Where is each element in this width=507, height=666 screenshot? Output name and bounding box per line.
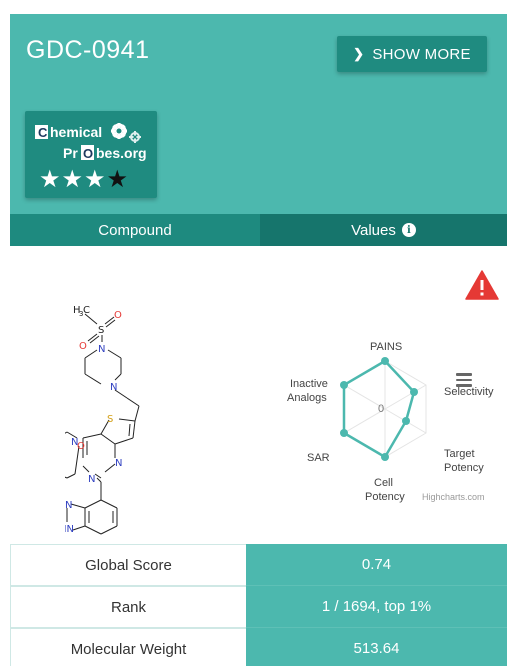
radar-chart: 0 PAINS Selectivity Target Potency Cell …	[287, 341, 494, 503]
svg-text:Pr: Pr	[63, 145, 78, 161]
radar-axis-cell-line1: Cell	[374, 477, 393, 489]
tab-compound[interactable]: Compound	[10, 214, 260, 246]
svg-text:N: N	[98, 344, 105, 355]
row-value: 0.74	[246, 544, 507, 586]
row-value: 513.64	[246, 628, 507, 666]
radar-axis-cell-line2: Potency	[365, 491, 405, 503]
radar-axis-selectivity: Selectivity	[444, 386, 494, 398]
tab-values-label: Values	[351, 221, 396, 239]
chevron-right-icon: ❯	[353, 46, 365, 61]
radar-axis-pains: PAINS	[370, 341, 402, 353]
values-table: Global Score 0.74 Rank 1 / 1694, top 1% …	[10, 544, 507, 666]
svg-text:hemical: hemical	[50, 124, 102, 140]
show-more-label: SHOW MORE	[372, 45, 471, 63]
row-label: Rank	[10, 586, 246, 628]
radar-center-label: 0	[378, 403, 384, 415]
radar-axis-sar: SAR	[307, 452, 330, 464]
svg-text:S: S	[98, 325, 104, 336]
svg-text:HN: HN	[65, 524, 74, 535]
star-icon: ★	[39, 166, 62, 193]
radar-axis-target-line2: Potency	[444, 462, 484, 474]
header: GDC-0941 ❯ SHOW MORE C hemical Pr O bes.…	[10, 14, 507, 214]
radar-axis-target-line1: Target	[444, 448, 475, 460]
small-gear-icon	[129, 131, 141, 143]
chemical-probes-wordmark: C hemical Pr O bes.org	[35, 123, 147, 161]
svg-text:C: C	[83, 305, 90, 316]
table-row: Global Score 0.74	[10, 544, 507, 586]
svg-text:O: O	[83, 146, 93, 161]
star-icon: ★	[106, 166, 130, 193]
svg-text:N: N	[65, 500, 72, 511]
star-icon: ★	[61, 166, 85, 193]
svg-text:bes.org: bes.org	[96, 145, 147, 161]
molecule-structure: H 3 C S O O N N O N S N N N HN	[65, 305, 140, 535]
tab-values[interactable]: Values i	[260, 214, 507, 246]
compound-title: GDC-0941	[26, 36, 150, 64]
svg-text:O: O	[114, 310, 122, 321]
radar-axis-inactive-line1: Inactive	[290, 378, 328, 390]
svg-text:N: N	[71, 437, 78, 448]
svg-text:N: N	[110, 382, 117, 393]
show-more-button[interactable]: ❯ SHOW MORE	[337, 36, 487, 72]
row-label: Global Score	[10, 544, 246, 586]
highcharts-credit: Highcharts.com	[422, 492, 485, 502]
tab-bar: Compound Values i	[10, 214, 507, 246]
radar-grid	[343, 360, 427, 458]
warning-icon[interactable]	[465, 270, 499, 300]
svg-text:S: S	[107, 414, 113, 425]
svg-text:N: N	[115, 458, 122, 469]
tab-compound-label: Compound	[98, 221, 172, 239]
svg-text:O: O	[79, 341, 87, 352]
star-icon: ★	[84, 166, 107, 193]
gear-icon	[111, 123, 127, 139]
values-panel: H 3 C S O O N N O N S N N N HN	[10, 246, 507, 544]
info-icon[interactable]: i	[401, 223, 416, 237]
radar-axis-inactive-line2: Analogs	[287, 392, 327, 404]
star-rating: ★★★★	[39, 168, 129, 192]
compound-card: GDC-0941 ❯ SHOW MORE C hemical Pr O bes.…	[10, 14, 507, 666]
svg-text:N: N	[88, 474, 95, 485]
menu-icon[interactable]	[456, 373, 472, 387]
table-row: Molecular Weight 513.64	[10, 628, 507, 666]
chemical-probes-logo[interactable]: C hemical Pr O bes.org ★★★★	[25, 111, 157, 198]
table-row: Rank 1 / 1694, top 1%	[10, 586, 507, 628]
row-label: Molecular Weight	[10, 628, 246, 666]
svg-text:C: C	[38, 125, 48, 140]
row-value: 1 / 1694, top 1%	[246, 586, 507, 628]
